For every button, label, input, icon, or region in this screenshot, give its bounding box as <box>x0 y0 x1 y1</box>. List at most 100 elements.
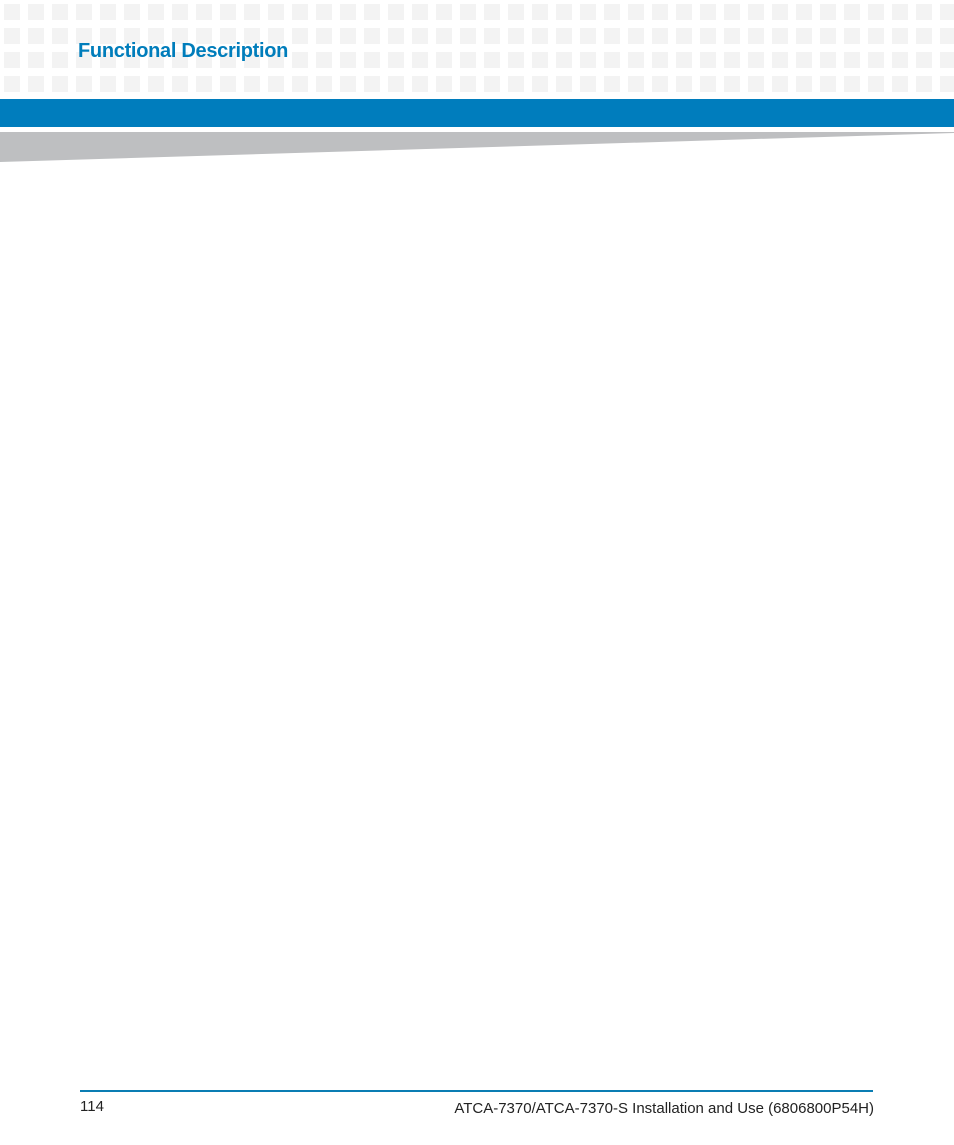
grid-square <box>28 28 44 44</box>
grid-square <box>940 76 954 92</box>
grid-square <box>748 76 764 92</box>
grid-square <box>28 76 44 92</box>
grid-square <box>508 28 524 44</box>
grid-square <box>892 76 908 92</box>
grid-square <box>364 4 380 20</box>
grid-square <box>772 4 788 20</box>
grid-square <box>508 4 524 20</box>
grid-square <box>532 76 548 92</box>
grid-square <box>508 76 524 92</box>
grid-square <box>796 76 812 92</box>
grid-square <box>676 28 692 44</box>
grid-square <box>940 4 954 20</box>
grid-square <box>892 52 908 68</box>
grid-square <box>628 4 644 20</box>
grid-square <box>340 28 356 44</box>
grid-square <box>484 52 500 68</box>
grid-square <box>196 76 212 92</box>
grid-square <box>292 76 308 92</box>
grid-square <box>364 52 380 68</box>
grid-square <box>52 52 68 68</box>
grid-square <box>460 76 476 92</box>
grid-square <box>460 4 476 20</box>
grid-square <box>556 52 572 68</box>
grid-square <box>628 28 644 44</box>
grid-square <box>412 4 428 20</box>
grid-square <box>388 4 404 20</box>
grid-square <box>796 52 812 68</box>
grid-square <box>364 76 380 92</box>
grid-square <box>748 52 764 68</box>
grid-square <box>724 4 740 20</box>
grid-square <box>412 52 428 68</box>
grid-square <box>388 28 404 44</box>
grid-square <box>868 4 884 20</box>
grid-square <box>316 28 332 44</box>
grid-square <box>868 76 884 92</box>
grid-square <box>772 52 788 68</box>
grid-square <box>268 4 284 20</box>
grid-square <box>124 76 140 92</box>
grid-square <box>316 76 332 92</box>
grid-square <box>148 76 164 92</box>
grid-square <box>172 4 188 20</box>
grid-square <box>484 76 500 92</box>
grid-square <box>700 28 716 44</box>
grid-square <box>196 4 212 20</box>
grid-square <box>28 4 44 20</box>
grid-square <box>436 52 452 68</box>
grid-square <box>820 52 836 68</box>
grid-square <box>436 28 452 44</box>
grid-square <box>316 4 332 20</box>
grid-square <box>4 76 20 92</box>
page-number: 114 <box>80 1098 104 1115</box>
document-title: ATCA-7370/ATCA-7370-S Installation and U… <box>454 1100 874 1117</box>
grid-square <box>580 28 596 44</box>
grid-square <box>556 76 572 92</box>
grid-square <box>580 4 596 20</box>
grid-square <box>124 4 140 20</box>
grid-square <box>652 4 668 20</box>
grid-square <box>676 4 692 20</box>
grid-square <box>676 76 692 92</box>
grid-square <box>412 28 428 44</box>
grid-square <box>892 4 908 20</box>
grid-square <box>844 28 860 44</box>
grid-square <box>676 52 692 68</box>
grid-square <box>580 76 596 92</box>
grid-square <box>700 52 716 68</box>
grid-square <box>916 28 932 44</box>
grid-square <box>340 4 356 20</box>
grid-square <box>892 28 908 44</box>
grid-square <box>844 76 860 92</box>
grid-square <box>316 52 332 68</box>
header-gray-wedge <box>0 132 954 162</box>
grid-square <box>796 28 812 44</box>
grid-square <box>604 4 620 20</box>
grid-square <box>772 76 788 92</box>
grid-square <box>652 76 668 92</box>
grid-square <box>460 52 476 68</box>
grid-square <box>292 4 308 20</box>
grid-square <box>772 28 788 44</box>
grid-square <box>292 28 308 44</box>
grid-square <box>436 76 452 92</box>
grid-square <box>628 52 644 68</box>
grid-square <box>100 4 116 20</box>
grid-square <box>820 28 836 44</box>
grid-square <box>388 76 404 92</box>
grid-square <box>844 52 860 68</box>
grid-square <box>820 4 836 20</box>
grid-square <box>340 76 356 92</box>
grid-square <box>484 4 500 20</box>
grid-square <box>244 4 260 20</box>
grid-square <box>220 4 236 20</box>
grid-square <box>76 76 92 92</box>
grid-square <box>940 52 954 68</box>
grid-square <box>52 76 68 92</box>
grid-square <box>76 4 92 20</box>
grid-square <box>556 4 572 20</box>
grid-square <box>340 52 356 68</box>
grid-square <box>796 4 812 20</box>
grid-square <box>4 28 20 44</box>
